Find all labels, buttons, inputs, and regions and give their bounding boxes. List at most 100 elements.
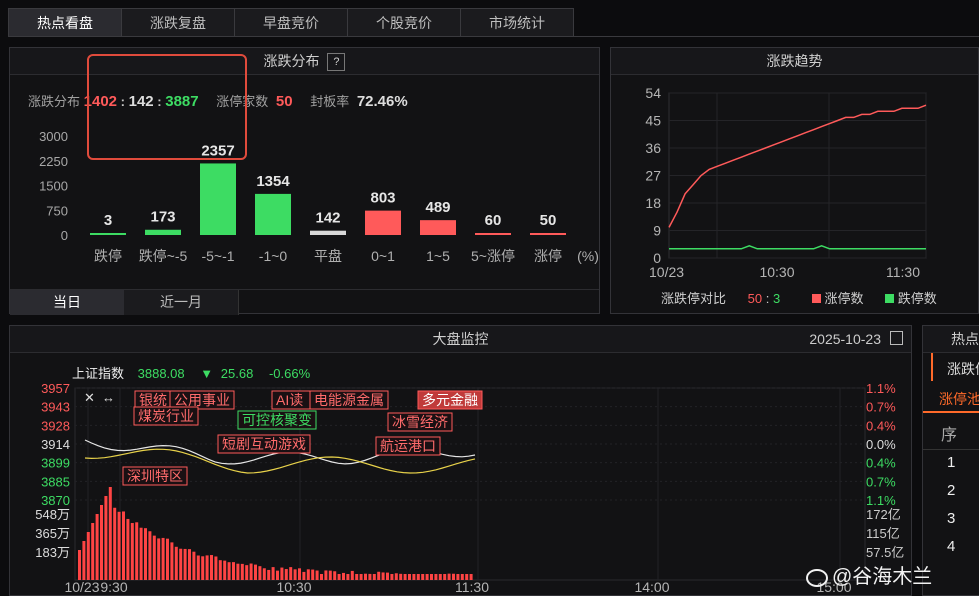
volume-bar	[109, 487, 112, 580]
hot-subtab[interactable]: 涨跌停	[931, 353, 979, 381]
x-tick-label: -5~-1	[201, 248, 234, 264]
volume-bar	[87, 532, 90, 580]
volume-bar	[272, 567, 275, 580]
volume-bar	[382, 572, 385, 580]
tab-recent-month[interactable]: 近一月	[124, 290, 239, 315]
price-tick-label: 3885	[41, 474, 70, 489]
tab-hot-watch[interactable]: 热点看盘	[8, 8, 122, 36]
volume-bar	[197, 556, 200, 580]
trend-chart: 54453627189010/23 10:30 11:30	[611, 75, 979, 285]
volume-bar	[289, 567, 292, 580]
trend-title: 涨跌趋势	[611, 48, 978, 75]
x-tick-label: 跌停	[94, 248, 122, 264]
bar-value-label: 803	[370, 190, 395, 207]
volume-bar	[236, 564, 239, 580]
calendar-icon[interactable]	[890, 331, 903, 345]
volume-bar	[351, 571, 354, 580]
hot-row[interactable]: 3	[923, 506, 979, 534]
pct-tick-label: 0.0%	[866, 437, 896, 452]
hot-panel: 热点 涨跌停 涨停池 序 1 2 3 4	[922, 325, 979, 596]
volume-bar	[298, 568, 301, 580]
bar	[420, 220, 456, 235]
volume-bar	[250, 564, 253, 580]
ratio-down: 3	[773, 291, 780, 306]
legend-up-label: 涨停数	[824, 291, 863, 306]
volume-bar	[465, 574, 468, 580]
volume-bar	[192, 552, 195, 580]
volume-bar	[311, 570, 314, 580]
volume-bar	[448, 574, 451, 580]
index-name: 上证指数	[72, 366, 124, 381]
volume-bar	[307, 569, 310, 580]
volume-bar	[162, 538, 165, 580]
price-tick-label: 3928	[41, 418, 70, 433]
bar-value-label: 1354	[256, 173, 290, 190]
bar	[310, 231, 346, 235]
distribution-label: 涨跌分布	[28, 94, 80, 109]
distribution-bottom-tabs: 当日 近一月	[10, 289, 599, 315]
bar-value-label: 489	[425, 199, 450, 216]
distribution-chart: 3000 2250 1500 750 0 3 跌停 173 跌停~-5 2357 -5~-1 1354…	[10, 118, 601, 278]
tab-review[interactable]: 涨跌复盘	[121, 8, 235, 36]
price-tick-label: 3899	[41, 456, 70, 471]
ratio-sep: :	[766, 291, 770, 306]
hot-row[interactable]: 1	[923, 450, 979, 478]
ratio-up: 50	[748, 291, 762, 306]
time-tick-label: 14:00	[634, 579, 669, 595]
time-tick-label: 11:30	[455, 579, 489, 595]
y-tick-label: 18	[645, 195, 661, 211]
pct-tick-label: 1.1%	[866, 381, 896, 396]
bar	[475, 233, 511, 235]
tab-market-stats[interactable]: 市场统计	[460, 8, 574, 36]
close-icon: ✕	[84, 390, 95, 405]
volume-bar	[285, 569, 288, 580]
volume-bar	[166, 539, 169, 580]
legend-down-swatch	[885, 294, 894, 303]
amount-tick-label: 115亿	[866, 526, 900, 541]
ratio-label: 涨跌停对比	[661, 291, 726, 306]
tab-stock-auction[interactable]: 个股竞价	[347, 8, 461, 36]
volume-bar	[412, 574, 415, 580]
volume-bar	[144, 528, 147, 580]
volume-tick-label: 183万	[35, 545, 70, 560]
volume-bar	[316, 571, 319, 580]
hot-pool-tab[interactable]: 涨停池	[923, 381, 979, 413]
distribution-title: 涨跌分布	[264, 53, 320, 69]
y-tick-label: 45	[645, 113, 661, 129]
tab-early-auction[interactable]: 早盘竞价	[234, 8, 348, 36]
volume-bar	[342, 573, 345, 580]
volume-bar	[206, 555, 209, 580]
volume-bar	[364, 574, 367, 580]
help-icon[interactable]: ?	[327, 53, 345, 71]
price-tick-label: 3914	[41, 437, 70, 452]
pct-tick-label: 0.7%	[866, 474, 896, 489]
volume-bar	[443, 574, 446, 580]
volume-bar	[408, 574, 411, 580]
sector-tag: 短剧互动游戏	[222, 436, 306, 452]
hot-row[interactable]: 2	[923, 478, 979, 506]
time-tick-label: 10/23	[64, 579, 99, 595]
volume-bar	[399, 574, 402, 580]
top-tab-bar: 热点看盘 涨跌复盘 早盘竞价 个股竞价 市场统计	[8, 8, 979, 37]
amount-tick-label: 172亿	[866, 507, 901, 522]
y-tick-label: 54	[645, 85, 661, 101]
bar	[365, 211, 401, 235]
volume-bar	[214, 556, 217, 580]
tab-today[interactable]: 当日	[10, 290, 124, 315]
volume-bar	[135, 522, 138, 580]
seal-rate-value: 72.46%	[357, 93, 408, 110]
seal-rate-label: 封板率	[310, 94, 349, 109]
volume-bar	[263, 568, 266, 580]
volume-bar	[368, 574, 371, 580]
time-tick-label: 9:30	[100, 579, 127, 595]
volume-bar	[404, 574, 407, 580]
hot-row[interactable]: 4	[923, 534, 979, 562]
volume-bar	[245, 565, 248, 580]
volume-bar	[254, 565, 257, 580]
volume-bar	[338, 574, 341, 580]
x-tick-label: 10/23	[649, 264, 684, 280]
volume-bar	[294, 569, 297, 580]
y-tick-label: 9	[653, 223, 661, 239]
volume-bar	[118, 512, 121, 580]
volume-bar	[386, 573, 389, 580]
